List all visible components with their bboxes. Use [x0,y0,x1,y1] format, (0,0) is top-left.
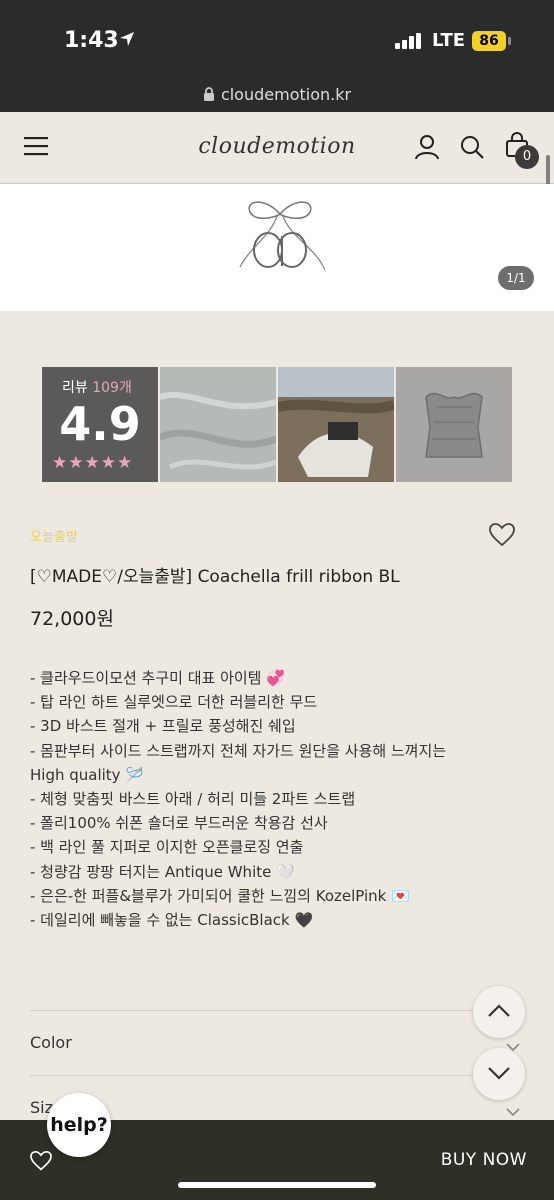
description-line: - 클라우드이모션 추구미 대표 아이템 💞 [30,669,285,687]
product-title: [♡MADE♡/오늘출발] Coachella frill ribbon BL [30,567,400,587]
image-pager: 1/1 [498,266,534,290]
network-type: LTE [432,30,466,51]
description-line: - 폴리100% 쉬폰 숄더로 부드러운 착용감 선사 [30,814,328,833]
status-time: 1:43 [64,28,119,53]
wishlist-heart-icon[interactable] [30,1150,52,1175]
user-icon[interactable] [414,134,440,164]
search-icon[interactable] [459,134,485,164]
battery-tip [508,37,511,45]
description-line: - 체형 맞춤핏 바스트 아래 / 허리 미들 2파트 스트랩 [30,789,356,808]
help-chat-button[interactable]: help? [47,1093,111,1157]
review-photo-product[interactable] [396,367,512,482]
lock-icon [203,86,215,108]
description-line: High quality 🪡 [30,765,145,784]
site-header: cloudemotion 0 [0,112,554,184]
buy-now-button[interactable]: BUY NOW [441,1150,527,1170]
review-thumbnails: 리뷰 109개 4.9 ★★★★★ [42,367,512,482]
url-text: cloudemotion.kr [220,85,352,104]
battery-icon: 86 [472,31,506,51]
review-label-text: 리뷰 [62,380,88,396]
color-option-select[interactable]: Color [30,1010,524,1074]
review-count-label: 리뷰 109개 [62,377,132,397]
review-count: 109개 [92,380,132,396]
address-bar[interactable]: cloudemotion.kr [0,84,554,112]
review-stars: ★★★★★ [52,453,134,473]
review-summary-tile[interactable]: 리뷰 109개 4.9 ★★★★★ [42,367,158,482]
product-image-banner[interactable] [0,184,554,311]
product-description: - 클라우드이모션 추구미 대표 아이템 💞 - 탑 라인 하트 실루엣으로 더… [30,666,530,932]
review-photo-fabric[interactable] [160,367,276,482]
color-option-label: Color [30,1033,72,1052]
cart-count-badge: 0 [515,145,539,169]
status-bar: 1:43 LTE 86 [0,0,554,84]
scroll-down-button[interactable] [473,1048,525,1100]
signal-icon [395,33,423,53]
location-arrow-icon [118,30,136,52]
description-line: - 청량감 팡팡 터지는 Antique White 🤍 [30,862,295,881]
review-photo-beach[interactable] [278,367,394,482]
home-indicator[interactable] [178,1182,376,1188]
today-shipping-tag: 오늘출발 [30,530,78,545]
description-line: - 몸판부터 사이드 스트랩까지 전체 자가드 원단을 사용해 느껴지는 [30,741,447,760]
ribbon-logo-image [230,192,330,286]
description-line: - 3D 바스트 절개 + 프릴로 풍성해진 쉐입 [30,717,296,736]
wishlist-heart-icon[interactable] [489,523,515,551]
description-line: - 탑 라인 하트 실루엣으로 더한 러블리한 무드 [30,693,318,712]
scroll-up-button[interactable] [473,986,525,1038]
description-line: - 은은-한 퍼플&블루가 가미되어 쿨한 느낌의 KozelPink 💌 [30,886,410,905]
chevron-down-icon [506,1102,520,1121]
product-price: 72,000원 [30,608,114,630]
review-score: 4.9 [59,397,141,451]
description-line: - 데일리에 빼놓을 수 없는 ClassicBlack 🖤 [30,910,314,929]
description-line: - 백 라인 풀 지퍼로 이지한 오픈클로징 연출 [30,838,304,857]
